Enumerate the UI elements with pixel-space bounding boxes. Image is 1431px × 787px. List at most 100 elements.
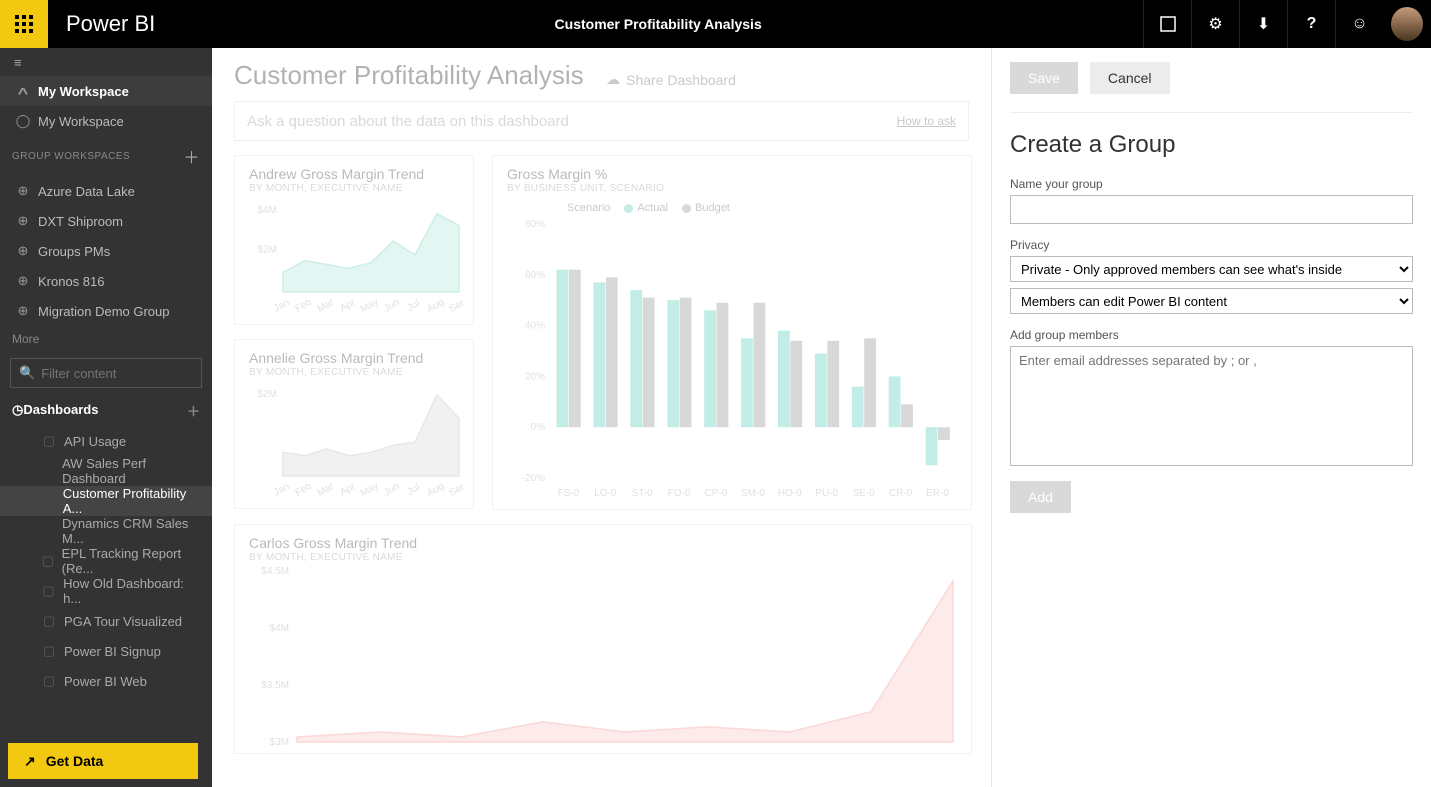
settings-button[interactable]: ⚙ [1191, 0, 1239, 48]
tile-subtitle: BY MONTH, EXECUTIVE NAME [249, 552, 957, 563]
dashboard-icon: ▢ [38, 553, 58, 569]
sidebar-dashboard-item[interactable]: ▢API Usage [0, 426, 212, 456]
qa-box[interactable]: Ask a question about the data on this da… [234, 101, 969, 141]
tile-subtitle: BY MONTH, EXECUTIVE NAME [249, 367, 459, 378]
dashboard-icon: ▢ [38, 643, 60, 659]
topbar: Power BI Customer Profitability Analysis… [0, 0, 1431, 48]
search-icon: 🔍 [19, 365, 35, 381]
sidebar-section-label: GROUP WORKSPACES [12, 151, 130, 162]
howto-link[interactable]: How to ask [897, 114, 956, 128]
sidebar-group-item[interactable]: ⊕DXT Shiproom [0, 206, 212, 236]
svg-text:20%: 20% [525, 371, 545, 382]
tile-annelie[interactable]: Annelie Gross Margin Trend BY MONTH, EXE… [234, 339, 474, 509]
panel-heading: Create a Group [1010, 131, 1413, 159]
sidebar-dashboard-item[interactable]: ▢EPL Tracking Report (Re... [0, 546, 212, 576]
svg-text:Apr: Apr [338, 481, 358, 498]
save-button[interactable]: Save [1010, 62, 1078, 94]
chart-annelie: $2MJanFebMarAprMayJunJulAugSep [249, 378, 463, 498]
sidebar-my-workspace[interactable]: ◯ My Workspace [0, 106, 212, 136]
smiley-icon: ☺ [1351, 15, 1367, 33]
profile-button[interactable] [1383, 0, 1431, 48]
sidebar-dashboard-item[interactable]: ▢Power BI Web [0, 666, 212, 696]
svg-text:SE-0: SE-0 [853, 488, 876, 499]
fullscreen-icon [1160, 16, 1176, 32]
tile-carlos[interactable]: Carlos Gross Margin Trend BY MONTH, EXEC… [234, 524, 972, 754]
sidebar-dashboard-item[interactable]: Dynamics CRM Sales M... [0, 516, 212, 546]
sidebar-label: PGA Tour Visualized [64, 614, 182, 629]
add-button[interactable]: Add [1010, 481, 1071, 513]
svg-text:May: May [359, 480, 381, 498]
tile-gross-margin[interactable]: Gross Margin % BY BUSINESS UNIT, SCENARI… [492, 155, 972, 510]
sidebar-toggle[interactable]: ≡ [0, 48, 212, 76]
tile-title: Andrew Gross Margin Trend [249, 166, 459, 182]
legend-title: Scenario [567, 202, 610, 214]
create-group-panel: Save Cancel Create a Group Name your gro… [991, 48, 1431, 787]
app-launcher-button[interactable] [0, 0, 48, 48]
svg-text:SM-0: SM-0 [741, 488, 765, 499]
svg-text:Jul: Jul [405, 298, 422, 314]
sidebar-more[interactable]: More [0, 326, 212, 352]
svg-text:Feb: Feb [294, 297, 315, 314]
tile-subtitle: BY MONTH, EXECUTIVE NAME [249, 183, 459, 194]
group-name-input[interactable] [1010, 195, 1413, 224]
svg-text:ST-0: ST-0 [632, 488, 654, 499]
sidebar-dashboard-item[interactable]: ▢Power BI Signup [0, 636, 212, 666]
svg-text:LO-0: LO-0 [594, 488, 617, 499]
sidebar-my-workspace-expand[interactable]: ˄ My Workspace [0, 76, 212, 106]
sidebar-label: Dynamics CRM Sales M... [62, 516, 200, 546]
sidebar-dashboard-item[interactable]: ▢How Old Dashboard: h... [0, 576, 212, 606]
download-button[interactable]: ⬇ [1239, 0, 1287, 48]
svg-text:$3M: $3M [270, 737, 289, 748]
svg-text:60%: 60% [525, 270, 545, 281]
svg-text:Sep: Sep [447, 480, 463, 498]
sidebar-group-item[interactable]: ⊕Kronos 816 [0, 266, 212, 296]
add-dashboard-icon[interactable]: ＋ [187, 401, 200, 420]
privacy-label: Privacy [1010, 238, 1413, 252]
tile-andrew[interactable]: Andrew Gross Margin Trend BY MONTH, EXEC… [234, 155, 474, 325]
gear-icon: ⚙ [1208, 14, 1222, 34]
filter-input[interactable] [41, 366, 217, 381]
svg-text:$2M: $2M [258, 389, 277, 400]
svg-text:80%: 80% [525, 219, 545, 230]
fullscreen-button[interactable] [1143, 0, 1191, 48]
permissions-select[interactable]: Members can edit Power BI content [1010, 288, 1413, 314]
sidebar-label: Customer Profitability A... [63, 486, 200, 516]
sidebar-label: DXT Shiproom [38, 214, 123, 229]
sidebar-section-groups: GROUP WORKSPACES ＋ [0, 136, 212, 176]
svg-text:Jan: Jan [272, 297, 291, 314]
chevron-up-icon: ˄ [8, 84, 39, 99]
share-label: Share Dashboard [626, 72, 736, 88]
share-dashboard-button[interactable]: ☁ Share Dashboard [606, 71, 736, 88]
svg-text:$4.5M: $4.5M [261, 566, 289, 577]
get-data-button[interactable]: ↗ Get Data [8, 743, 198, 779]
svg-text:40%: 40% [525, 321, 545, 332]
svg-text:FO-0: FO-0 [668, 488, 691, 499]
sidebar-label: My Workspace [38, 114, 124, 129]
sidebar-group-item[interactable]: ⊕Migration Demo Group [0, 296, 212, 326]
qa-placeholder: Ask a question about the data on this da… [247, 113, 569, 130]
avatar [1391, 7, 1423, 41]
help-button[interactable]: ? [1287, 0, 1335, 48]
add-group-icon[interactable]: ＋ [183, 144, 200, 168]
svg-text:Mar: Mar [316, 480, 337, 498]
group-icon: ⊕ [12, 243, 34, 259]
members-label: Add group members [1010, 328, 1413, 342]
sidebar-section-label: Dashboards [23, 402, 98, 417]
svg-text:Jun: Jun [382, 481, 401, 498]
sidebar-section-dashboards[interactable]: ◷Dashboards ＋ [0, 394, 212, 426]
cancel-button[interactable]: Cancel [1090, 62, 1170, 94]
members-input[interactable] [1010, 346, 1413, 466]
sidebar-group-item[interactable]: ⊕Groups PMs [0, 236, 212, 266]
privacy-select[interactable]: Private - Only approved members can see … [1010, 256, 1413, 282]
svg-text:Sep: Sep [447, 296, 463, 314]
sidebar-label: Azure Data Lake [38, 184, 135, 199]
sidebar-dashboard-item[interactable]: ▢PGA Tour Visualized [0, 606, 212, 636]
svg-text:0%: 0% [531, 422, 546, 433]
filter-content-box[interactable]: 🔍 [10, 358, 202, 388]
feedback-button[interactable]: ☺ [1335, 0, 1383, 48]
sidebar-group-item[interactable]: ⊕Azure Data Lake [0, 176, 212, 206]
get-data-label: Get Data [46, 753, 104, 769]
svg-text:FS-0: FS-0 [558, 488, 580, 499]
sidebar-dashboard-item[interactable]: Customer Profitability A... [0, 486, 212, 516]
sidebar-dashboard-item[interactable]: AW Sales Perf Dashboard [0, 456, 212, 486]
